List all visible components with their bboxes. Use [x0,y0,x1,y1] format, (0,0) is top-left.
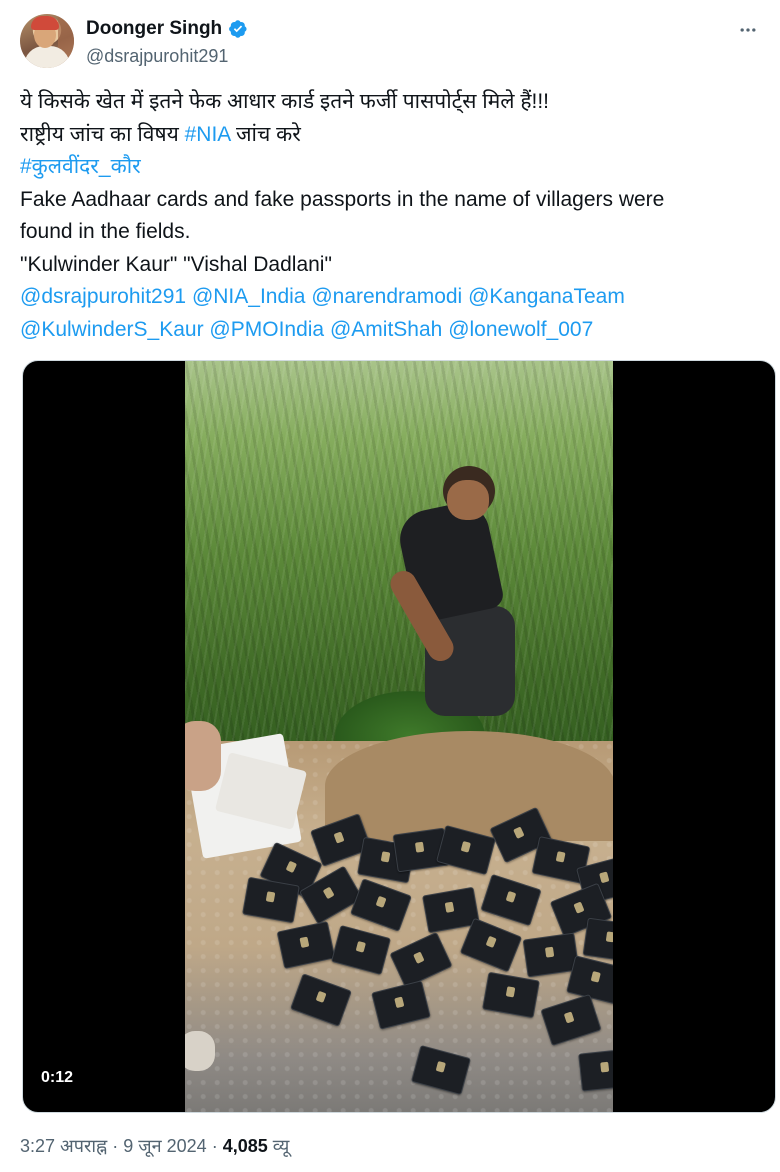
mention-link[interactable]: @KulwinderS_Kaur [20,318,204,341]
tweet-text-line: @dsrajpurohit291 @NIA_India @narendramod… [20,281,760,314]
avatar[interactable] [20,14,74,68]
tweet-text-segment: Fake Aadhaar cards and fake passports in… [20,187,665,211]
tweet-text-line: राष्ट्रीय जांच का विषय #NIA जांच करे [20,119,760,152]
author-name[interactable]: Doonger Singh [86,18,222,40]
tweet-text-line: found in the fields. [20,216,760,249]
tweet-text: ये किसके खेत में इतने फेक आधार कार्ड इतन… [20,86,760,346]
tweet-text-line: @KulwinderS_Kaur @PMOIndia @AmitShah @lo… [20,314,760,347]
passport-item [578,1048,613,1092]
tweet-text-line: #कुलवींदर_कौर [20,151,760,184]
views-count: 4,085 [222,1136,268,1156]
author-handle[interactable]: @dsrajpurohit291 [86,46,228,67]
hashtag-link[interactable]: #NIA [185,123,231,146]
tweet-header: Doonger Singh @dsrajpurohit291 [20,14,764,70]
views-label: व्यू [272,1136,290,1156]
tweet-text-line: "Kulwinder Kaur" "Vishal Dadlani" [20,249,760,282]
author-name-row: Doonger Singh [86,18,248,40]
meta-separator: · [211,1136,218,1156]
mention-link[interactable]: @dsrajpurohit291 [20,285,186,308]
mention-link[interactable]: @narendramodi [311,285,462,308]
tweet-text-segment: found in the fields. [20,220,191,243]
tweet-text-segment: जांच करे [230,122,301,146]
tweet-text-segment: "Kulwinder Kaur" "Vishal Dadlani" [20,252,332,276]
tweet-text-segment: राष्ट्रीय जांच का विषय [20,122,185,146]
mention-link[interactable]: @KanganaTeam [468,285,625,308]
mention-link[interactable]: @AmitShah [330,318,442,341]
verified-badge-icon [229,20,247,38]
tweet-text-line: ये किसके खेत में इतने फेक आधार कार्ड इतन… [20,86,760,119]
mention-link[interactable]: @NIA_India [192,285,306,308]
tweet-video[interactable]: 0:12 [22,360,776,1113]
more-options-icon[interactable] [734,16,762,44]
hashtag-link[interactable]: #कुलवींदर_कौर [20,155,141,178]
mention-link[interactable]: @PMOIndia [209,318,324,341]
video-frame[interactable] [185,361,613,1112]
video-duration: 0:12 [41,1069,74,1086]
tweet-text-line: Fake Aadhaar cards and fake passports in… [20,184,760,217]
meta-separator: · [112,1136,119,1156]
tweet-text-segment: ये किसके खेत में इतने फेक आधार कार्ड इतन… [20,90,549,113]
mention-link[interactable]: @lonewolf_007 [448,318,593,341]
passport-item [582,917,613,963]
tweet-date[interactable]: 9 जून 2024 [123,1136,206,1156]
tweet-meta: 3:27 अपराह्न · 9 जून 2024 · 4,085 व्यू [20,1134,289,1158]
tweet-time[interactable]: 3:27 अपराह्न [20,1136,107,1156]
